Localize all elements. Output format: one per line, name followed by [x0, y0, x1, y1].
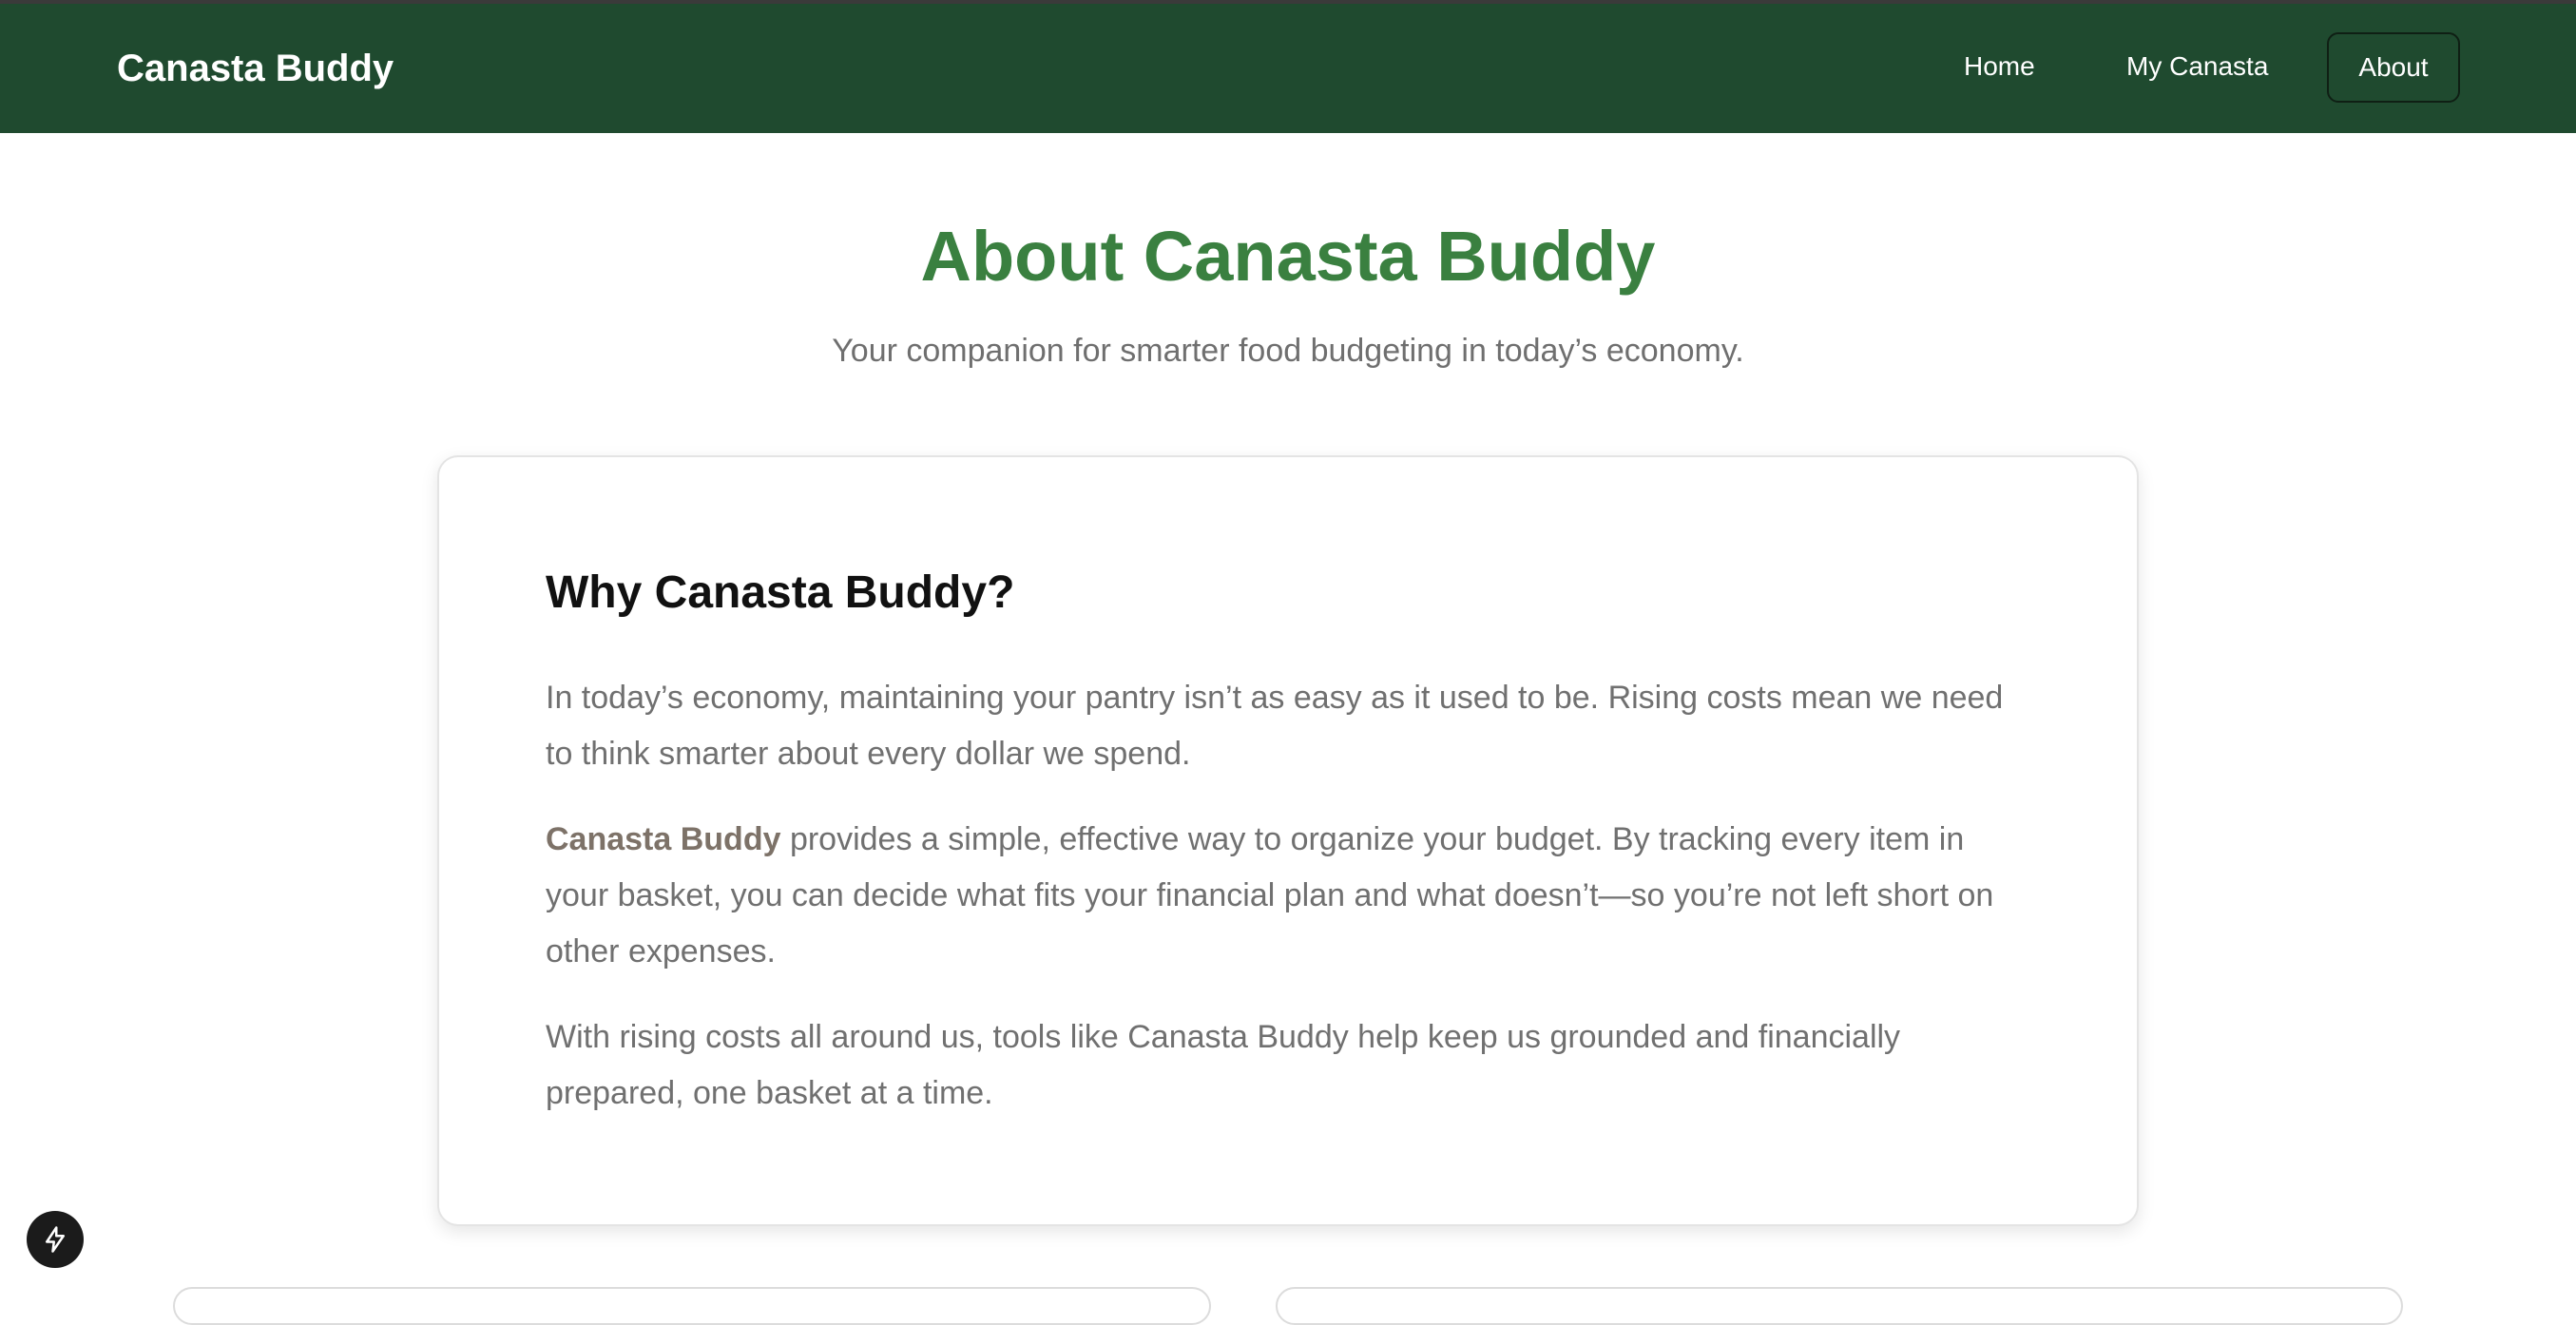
nav-link-home[interactable]: Home	[1964, 48, 2035, 86]
paragraph-economy: In today’s economy, maintaining your pan…	[546, 680, 2004, 772]
navbar: Canasta Buddy Home My Canasta About	[0, 4, 2576, 133]
card-heading: Why Canasta Buddy?	[546, 567, 1015, 618]
nav-link-my-canasta[interactable]: My Canasta	[2126, 48, 2268, 86]
about-card: Why Canasta Buddy? In today’s economy, m…	[437, 455, 2139, 1226]
paragraph-closing: With rising costs all around us, tools l…	[546, 1019, 1901, 1111]
nav-link-about[interactable]: About	[2327, 32, 2460, 103]
page-subtitle: Your companion for smarter food budgetin…	[832, 333, 1744, 369]
next-section-card-right	[1276, 1287, 2403, 1325]
brand-name-bold: Canasta Buddy	[546, 821, 781, 857]
lightning-bolt-icon	[46, 1226, 65, 1253]
paragraph-features: Canasta Buddy provides a simple, effecti…	[546, 812, 2028, 980]
next-section-card-left	[173, 1287, 1211, 1325]
brand-logo-text[interactable]: Canasta Buddy	[117, 44, 394, 93]
lightning-bolt-button[interactable]	[27, 1211, 84, 1268]
page-title: About Canasta Buddy	[920, 217, 1656, 296]
